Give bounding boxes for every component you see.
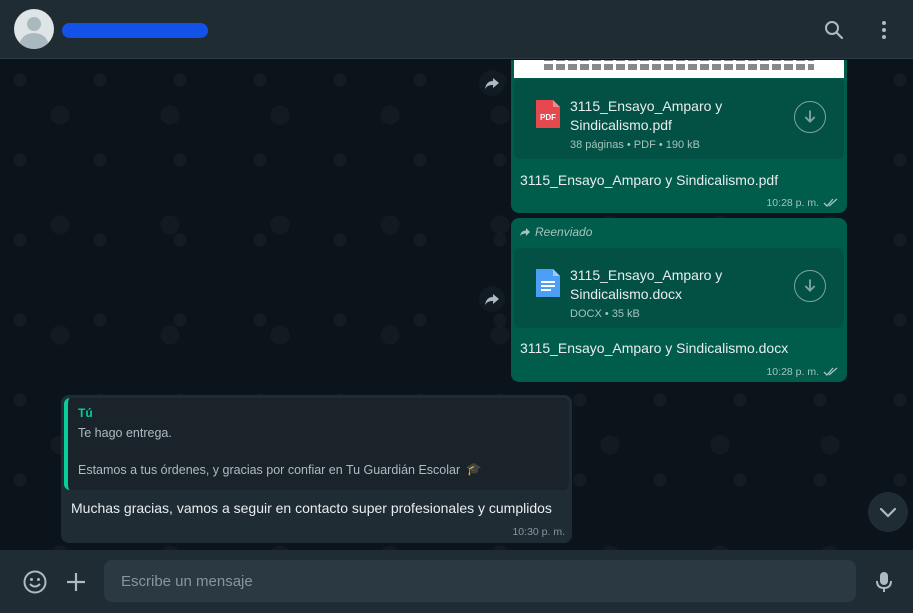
- chat-header: [0, 0, 913, 59]
- download-icon[interactable]: [794, 101, 826, 133]
- composer-bar: [0, 550, 913, 613]
- avatar-head-shape: [27, 17, 41, 31]
- graduation-cap-emoji: 🎓: [466, 462, 482, 476]
- plus-icon[interactable]: [63, 569, 89, 595]
- file-attachment-card[interactable]: PDF 3115_Ensayo_Amparo y Sindicalismo.pd…: [514, 79, 844, 159]
- file-title-line2: Sindicalismo.pdf: [570, 117, 672, 133]
- quoted-message[interactable]: Tú Te hago entrega. Estamos a tus órdene…: [64, 398, 569, 490]
- quote-line-2-wrap: Estamos a tus órdenes, y gracias por con…: [78, 462, 559, 477]
- docx-icon: [536, 269, 560, 297]
- message-outgoing-docx[interactable]: Reenviado 3115_Ensayo_Amparo y Sindicali…: [511, 218, 847, 382]
- contact-name-redacted[interactable]: [62, 23, 208, 38]
- contact-avatar[interactable]: [14, 9, 54, 49]
- quote-line-2: Estamos a tus órdenes, y gracias por con…: [78, 462, 461, 477]
- pdf-preview-thumbnail[interactable]: [514, 60, 844, 78]
- download-icon[interactable]: [794, 270, 826, 302]
- file-meta: DOCX • 35 kB: [570, 308, 640, 320]
- forwarded-label: Reenviado: [519, 225, 592, 239]
- quote-author: Tú: [78, 406, 93, 420]
- double-check-icon: [823, 198, 838, 207]
- message-outgoing-pdf[interactable]: PDF 3115_Ensayo_Amparo y Sindicalismo.pd…: [511, 60, 847, 213]
- search-icon[interactable]: [822, 18, 846, 42]
- file-title-line1: 3115_Ensayo_Amparo y: [570, 98, 723, 114]
- file-attachment-card[interactable]: 3115_Ensayo_Amparo y Sindicalismo.docx D…: [514, 248, 844, 328]
- preview-text-line: [544, 60, 814, 61]
- forward-share-icon[interactable]: [479, 70, 505, 96]
- chat-area[interactable]: PDF 3115_Ensayo_Amparo y Sindicalismo.pd…: [0, 60, 913, 550]
- message-time: 10:30 p. m.: [512, 526, 565, 538]
- message-incoming[interactable]: Tú Te hago entrega. Estamos a tus órdene…: [61, 395, 572, 543]
- scroll-down-icon[interactable]: [868, 492, 908, 532]
- forward-share-icon[interactable]: [479, 286, 505, 312]
- message-text: Muchas gracias, vamos a seguir en contac…: [71, 500, 552, 516]
- emoji-icon[interactable]: [22, 569, 48, 595]
- file-title-line1: 3115_Ensayo_Amparo y: [570, 267, 723, 283]
- quote-line-1: Te hago entrega.: [78, 426, 172, 440]
- file-title-line2: Sindicalismo.docx: [570, 286, 683, 302]
- file-title: 3115_Ensayo_Amparo y Sindicalismo.docx: [570, 266, 770, 304]
- message-timestamp: 10:28 p. m.: [766, 366, 839, 378]
- microphone-icon[interactable]: [871, 569, 897, 595]
- message-caption: 3115_Ensayo_Amparo y Sindicalismo.docx: [520, 340, 789, 356]
- pdf-icon-label: PDF: [540, 113, 556, 122]
- forwarded-icon: [520, 228, 530, 236]
- avatar-body-shape: [20, 33, 48, 49]
- file-meta: 38 páginas • PDF • 190 kB: [570, 139, 700, 151]
- menu-dots-icon[interactable]: [872, 18, 896, 42]
- message-time: 10:28 p. m.: [766, 366, 819, 378]
- preview-text-line: [544, 64, 814, 70]
- message-timestamp: 10:28 p. m.: [766, 197, 839, 209]
- forwarded-text: Reenviado: [535, 225, 593, 239]
- file-title: 3115_Ensayo_Amparo y Sindicalismo.pdf: [570, 97, 770, 135]
- message-time: 10:28 p. m.: [766, 197, 819, 209]
- double-check-icon: [823, 367, 838, 376]
- message-input[interactable]: [104, 560, 856, 602]
- pdf-icon: PDF: [536, 100, 560, 128]
- message-caption: 3115_Ensayo_Amparo y Sindicalismo.pdf: [520, 172, 779, 188]
